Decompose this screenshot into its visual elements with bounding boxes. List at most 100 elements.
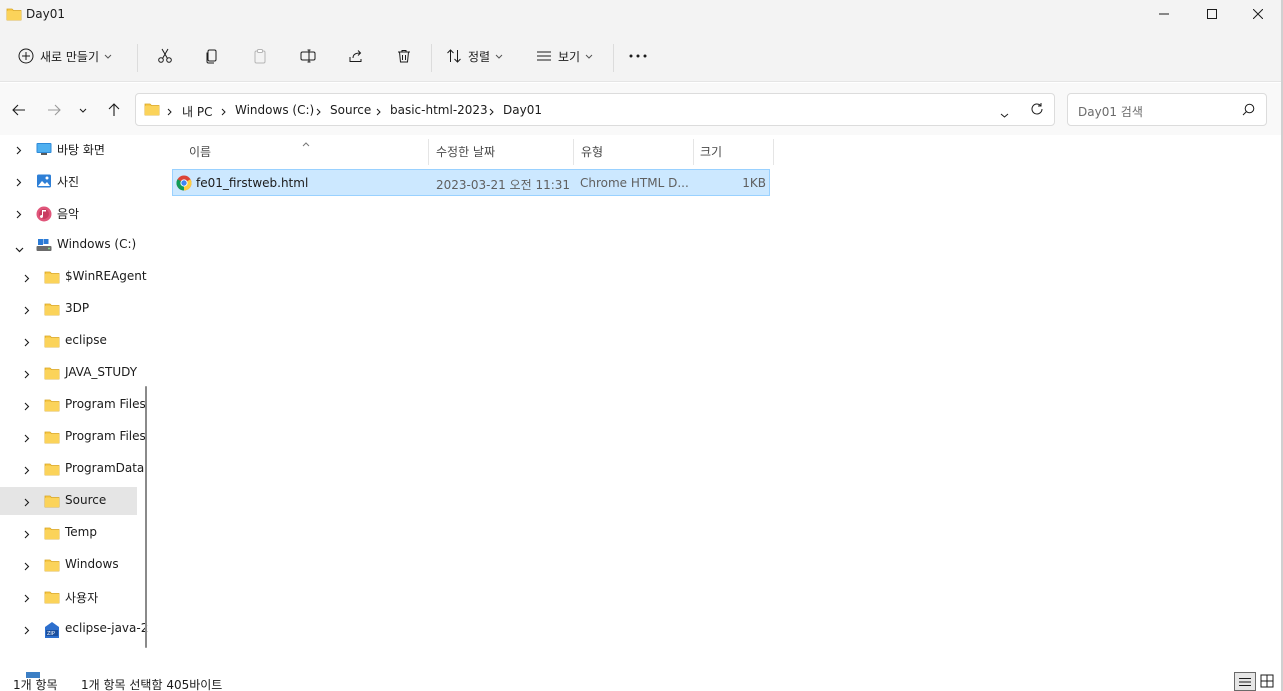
address-bar[interactable]: 내 PC Windows (C:) Source basic-html-2023… (135, 93, 1055, 126)
sidebar-item[interactable]: 3DP (0, 295, 137, 323)
folder-icon (44, 366, 60, 380)
new-button[interactable]: 새로 만들기 (18, 43, 112, 69)
chevron-right-icon[interactable] (24, 432, 30, 446)
sidebar-item[interactable]: Temp (0, 519, 137, 547)
sidebar-item[interactable]: 음악 (0, 199, 137, 227)
sidebar-item-label: Source (65, 493, 107, 507)
file-modified: 2023-03-21 오전 11:31 (436, 178, 571, 192)
chevron-down-icon (495, 54, 503, 59)
folder-icon (44, 398, 60, 412)
sidebar-item[interactable]: JAVA_STUDY (0, 359, 137, 387)
column-divider[interactable] (428, 139, 429, 165)
breadcrumb-day01[interactable]: Day01 (503, 103, 542, 117)
sidebar-item-label: ProgramData (65, 461, 145, 475)
window-title: Day01 (26, 7, 65, 21)
sidebar-item[interactable]: Source (0, 487, 137, 515)
maximize-icon (1207, 9, 1217, 19)
view-label: 보기 (558, 49, 581, 64)
chevron-right-icon[interactable] (16, 176, 22, 190)
svg-text:ZIP: ZIP (47, 631, 55, 637)
pictures-icon (36, 174, 52, 188)
sidebar-item[interactable]: ZIP eclipse-java-2 (0, 615, 148, 643)
view-button[interactable]: 보기 (536, 43, 593, 69)
share-button[interactable] (345, 43, 367, 69)
sidebar-item-label: Windows (C:) (57, 237, 137, 251)
folder-icon (44, 462, 60, 476)
chevron-right-icon[interactable] (16, 144, 22, 158)
chevron-right-icon[interactable] (24, 368, 30, 382)
minimize-button[interactable] (1141, 0, 1187, 28)
sidebar-item-label: JAVA_STUDY (65, 365, 138, 379)
chevron-right-icon[interactable] (24, 400, 30, 414)
sidebar-item[interactable]: ProgramData (0, 455, 144, 483)
folder-icon (44, 302, 60, 316)
chevron-right-icon[interactable] (24, 560, 30, 574)
chevron-right-icon[interactable] (24, 464, 30, 478)
more-options-button[interactable] (628, 43, 648, 69)
column-divider[interactable] (773, 139, 774, 165)
chevron-right-icon (376, 105, 381, 119)
forward-button[interactable] (42, 98, 66, 122)
copy-icon (206, 49, 217, 64)
column-divider[interactable] (573, 139, 574, 165)
folder-icon (6, 7, 22, 24)
details-view-button[interactable] (1234, 672, 1256, 691)
refresh-button[interactable] (1030, 102, 1044, 119)
details-view-icon (1239, 677, 1251, 686)
address-history-button[interactable] (1000, 107, 1009, 121)
chevron-down-icon (79, 108, 87, 113)
sidebar-item[interactable]: Windows (C:) (0, 231, 137, 259)
column-header-name[interactable]: 이름 (189, 143, 211, 160)
search-input[interactable]: Day01 검색 (1067, 93, 1267, 126)
sidebar-item[interactable]: Program Files (0, 423, 146, 451)
column-divider[interactable] (693, 139, 694, 165)
delete-button[interactable] (393, 43, 415, 69)
chevron-right-icon[interactable] (24, 624, 30, 638)
sidebar-item-label: Temp (65, 525, 97, 539)
breadcrumb-windows-c[interactable]: Windows (C:) (235, 103, 314, 117)
chevron-right-icon[interactable] (24, 304, 30, 318)
up-button[interactable] (102, 98, 126, 122)
rename-button[interactable] (297, 43, 319, 69)
status-bar: 1개 항목 1개 항목 선택함 405바이트 (0, 670, 1283, 691)
sidebar-item[interactable]: Windows (0, 551, 137, 579)
column-header-modified[interactable]: 수정한 날짜 (436, 143, 495, 160)
minimize-icon (1159, 13, 1169, 15)
paste-button[interactable] (249, 43, 271, 69)
sidebar-item[interactable]: Program Files (0, 391, 146, 419)
cut-button[interactable] (154, 43, 176, 69)
breadcrumb-this-pc[interactable]: 내 PC (182, 103, 212, 120)
sidebar-item[interactable]: $WinREAgent (0, 263, 147, 291)
chevron-right-icon[interactable] (24, 496, 30, 510)
copy-button[interactable] (201, 43, 223, 69)
scissors-icon (158, 48, 172, 63)
column-header-size[interactable]: 크기 (700, 143, 722, 160)
folder-icon (44, 494, 60, 508)
recent-locations-button[interactable] (73, 98, 93, 122)
chevron-right-icon[interactable] (24, 592, 30, 606)
chevron-right-icon[interactable] (24, 528, 30, 542)
breadcrumb-basic-html-2023[interactable]: basic-html-2023 (390, 103, 488, 117)
sidebar-item[interactable]: 바탕 화면 (0, 135, 137, 163)
maximize-button[interactable] (1189, 0, 1235, 28)
drive-icon (36, 238, 52, 252)
large-icons-view-button[interactable] (1260, 674, 1274, 691)
sidebar-item[interactable]: 사진 (0, 167, 137, 195)
column-header-type[interactable]: 유형 (581, 143, 603, 160)
chevron-down-icon[interactable] (15, 242, 24, 256)
chevron-right-icon[interactable] (24, 336, 30, 350)
arrow-up-icon (108, 103, 120, 116)
sidebar-item[interactable]: 사용자 (0, 583, 137, 611)
navigation-scrollbar[interactable] (145, 386, 147, 648)
chevron-right-icon[interactable] (16, 208, 22, 222)
trash-icon (398, 50, 410, 63)
sort-button[interactable]: 정렬 (446, 43, 503, 69)
sidebar-item[interactable]: eclipse (0, 327, 137, 355)
sidebar-item-label: 사진 (57, 175, 80, 189)
chevron-right-icon[interactable] (24, 272, 30, 286)
breadcrumb-source[interactable]: Source (330, 103, 371, 117)
close-button[interactable] (1235, 0, 1281, 28)
file-row[interactable]: fe01_firstweb.html 2023-03-21 오전 11:31 C… (172, 169, 770, 196)
back-button[interactable] (7, 98, 31, 122)
folder-icon (44, 270, 60, 284)
